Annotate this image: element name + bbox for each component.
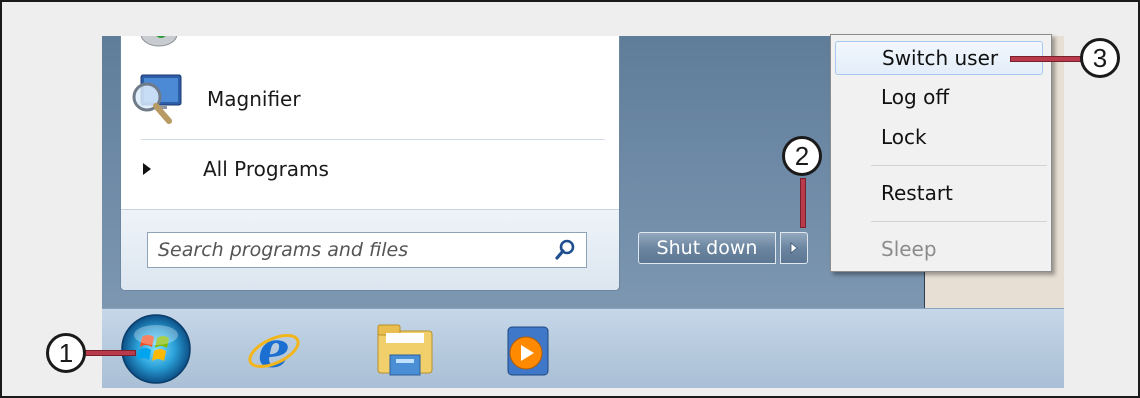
program-item-magnifier[interactable]: Magnifier [127,74,301,124]
svg-text:e: e [258,321,290,379]
shutdown-options-button[interactable] [780,232,808,264]
callout-1: 1 [46,333,86,373]
windows-start-orb-icon [121,314,191,384]
start-menu-left-pane: Magnifier All Programs [120,36,620,291]
menu-item-restart[interactable]: Restart [881,181,953,205]
media-player-icon [507,326,549,376]
power-options-menu: Switch user Log off Lock Restart Sleep [830,34,1052,272]
magnifier-icon [132,74,182,124]
screenshot-frame: Magnifier All Programs Search programs a… [0,0,1140,398]
taskbar: e [102,308,1064,388]
menu-item-lock[interactable]: Lock [881,125,927,149]
menu-separator [871,165,1047,166]
callout-connector-1 [84,350,136,356]
left-pane-divider [141,139,605,140]
shutdown-button[interactable]: Shut down [638,232,776,264]
all-programs-item[interactable]: All Programs [141,154,329,184]
search-area [121,209,619,290]
callout-connector-2 [800,178,806,228]
callout-2: 2 [782,136,822,176]
menu-item-log-off[interactable]: Log off [881,85,949,109]
taskbar-item-media-player[interactable] [500,323,556,379]
ease-of-access-icon [140,36,178,47]
search-icon[interactable] [554,239,576,261]
menu-item-sleep: Sleep [881,237,937,261]
internet-explorer-icon: e [248,320,300,379]
menu-separator [871,221,1047,222]
search-input[interactable] [148,233,558,267]
chevron-right-icon [790,242,798,254]
right-pane-cropped-text [692,36,822,42]
start-button[interactable] [118,311,194,387]
callout-connector-3 [1010,56,1082,62]
callout-3: 3 [1080,38,1120,78]
taskbar-item-explorer[interactable] [372,321,438,381]
file-explorer-folder-icon [377,324,433,376]
triangle-right-icon [143,163,151,175]
search-box[interactable] [147,232,587,268]
cropped-program-item[interactable] [139,36,179,50]
all-programs-label: All Programs [203,157,329,181]
taskbar-item-ie[interactable]: e [244,320,304,381]
program-label: Magnifier [207,87,301,111]
